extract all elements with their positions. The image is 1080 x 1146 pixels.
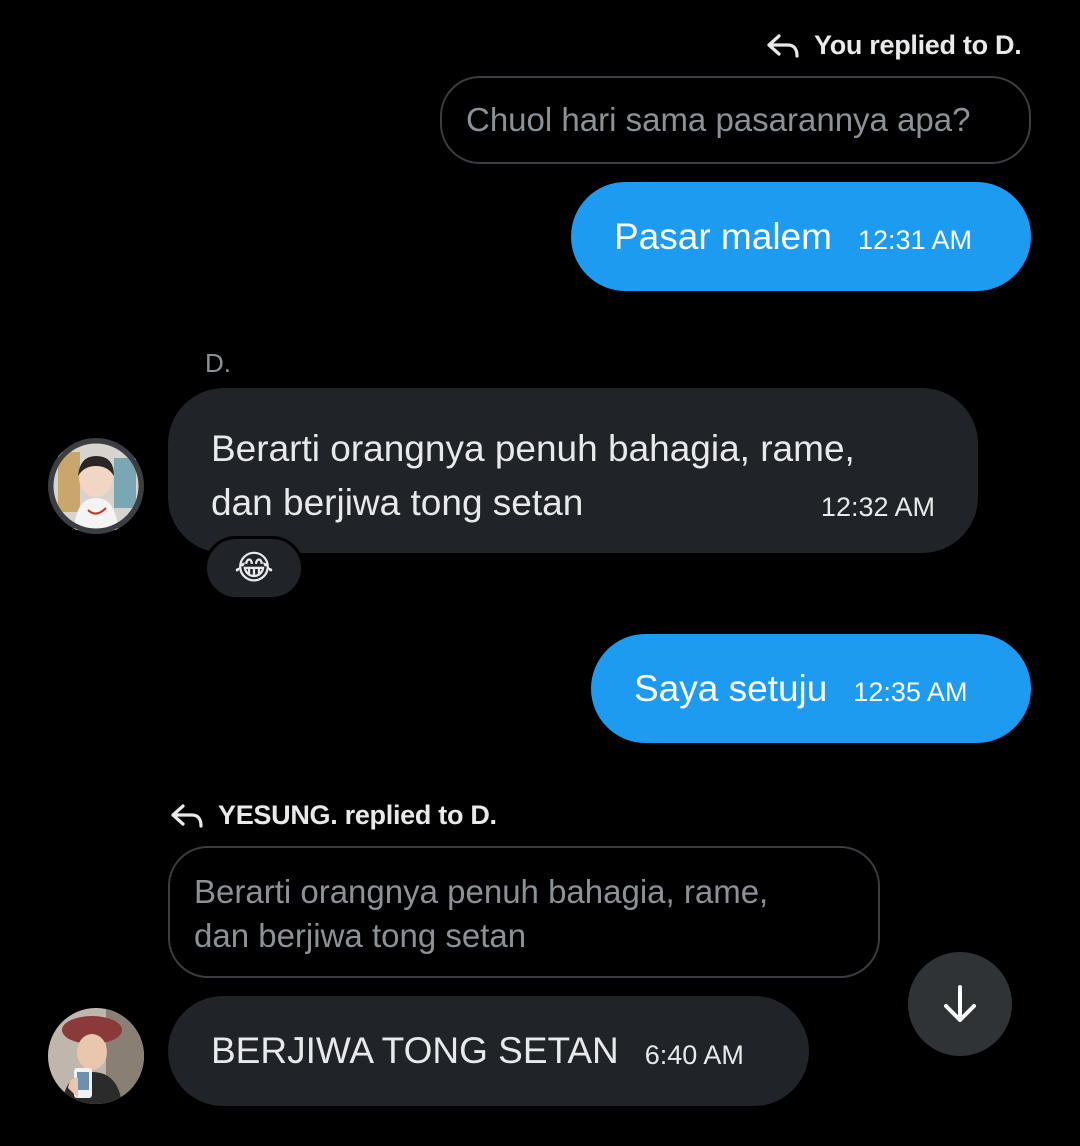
reaction-badge[interactable]: 😂 (204, 536, 304, 600)
message-text: Pasar malem (614, 215, 832, 257)
reply-context-label: YESUNG. replied to D. (170, 800, 497, 831)
avatar-photo (48, 438, 144, 534)
message-timestamp: 6:40 AM (644, 1039, 744, 1070)
reply-arrow-icon (767, 33, 799, 58)
avatar[interactable] (48, 1008, 144, 1104)
quoted-message[interactable]: Chuol hari sama pasarannya apa? (440, 76, 1031, 164)
message-text-line: Berarti orangnya penuh bahagia, rame, (211, 428, 855, 469)
quoted-message-text-line: Berarti orangnya penuh bahagia, rame, (194, 873, 769, 910)
quoted-message-text: Chuol hari sama pasarannya apa? (466, 101, 971, 138)
message-timestamp: 12:31 AM (857, 225, 973, 255)
outgoing-message-bubble[interactable]: Saya setuju 12:35 AM (591, 634, 1031, 743)
incoming-message-bubble[interactable]: BERJIWA TONG SETAN 6:40 AM (168, 996, 809, 1106)
reply-context-label: You replied to D. (766, 30, 1022, 61)
avatar-photo (48, 1008, 144, 1104)
reply-arrow-icon (171, 803, 203, 828)
message-timestamp: 12:35 AM (853, 677, 968, 707)
reply-context-text: YESUNG. replied to D. (218, 800, 497, 830)
message-text: Saya setuju (634, 667, 828, 709)
message-timestamp: 12:32 AM (820, 491, 935, 522)
message-text: BERJIWA TONG SETAN (211, 1030, 619, 1071)
reaction-emoji: 😂 (234, 549, 274, 587)
incoming-message-bubble[interactable]: Berarti orangnya penuh bahagia, rame, da… (168, 388, 978, 553)
outgoing-message-bubble[interactable]: Pasar malem 12:31 AM (571, 182, 1031, 291)
quoted-message-text-line: dan berjiwa tong setan (194, 917, 527, 954)
sender-name: D. (205, 348, 231, 378)
scroll-to-bottom-button[interactable] (908, 952, 1012, 1056)
avatar[interactable] (48, 438, 144, 534)
arrow-down-icon (944, 985, 976, 1022)
message-text-line: dan berjiwa tong setan (211, 482, 584, 523)
quoted-message[interactable]: Berarti orangnya penuh bahagia, rame, da… (168, 846, 880, 978)
reply-context-text: You replied to D. (814, 30, 1022, 60)
dm-conversation: You replied to D. Chuol hari sama pasara… (0, 0, 1080, 1146)
